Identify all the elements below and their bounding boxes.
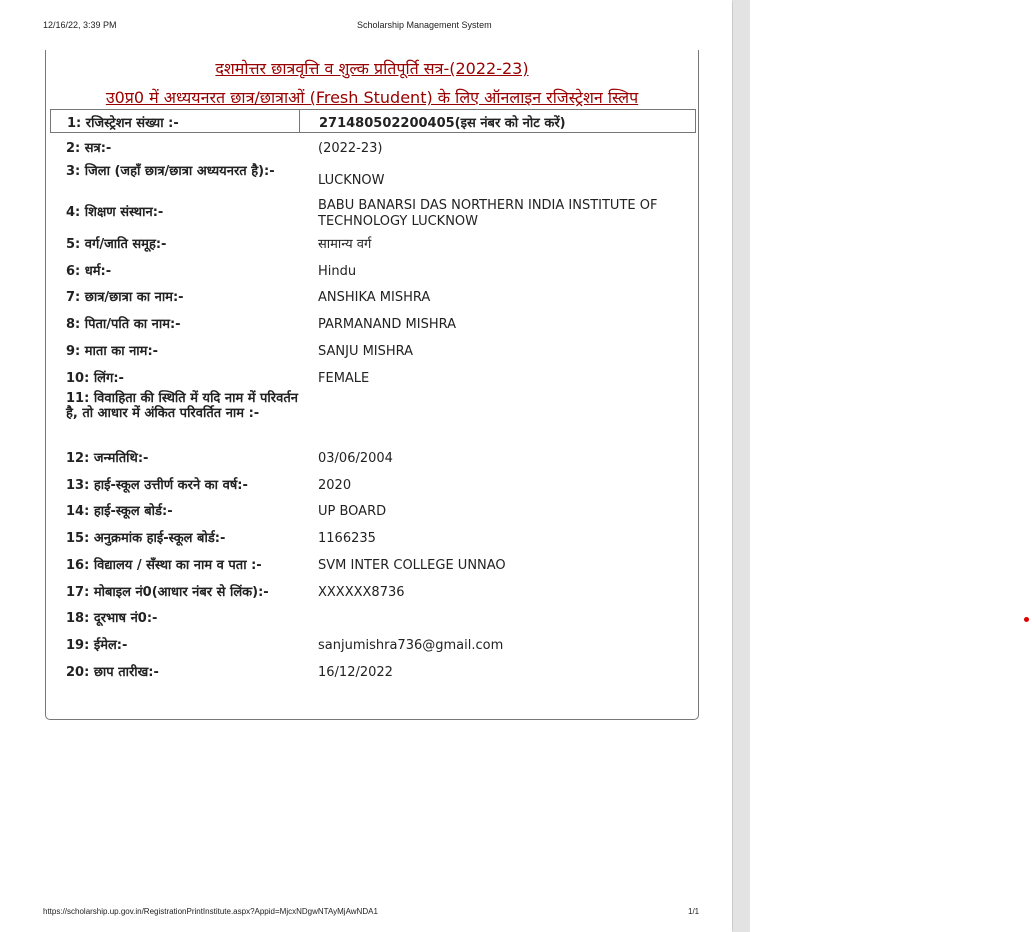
print-page: 12/16/22, 3:39 PM Scholarship Management… bbox=[0, 0, 732, 932]
slip-subtitle: उ0प्र0 में अध्ययनरत छात्र/छात्राओं (Fres… bbox=[105, 88, 639, 107]
field-label: 8: पिता/पति का नाम:- bbox=[66, 317, 181, 332]
field-value: (2022-23) bbox=[318, 141, 383, 156]
field-label: 7: छात्र/छात्रा का नाम:- bbox=[66, 290, 184, 305]
field-label: 9: माता का नाम:- bbox=[66, 344, 159, 359]
field-value: FEMALE bbox=[318, 371, 370, 386]
field-label: 14: हाई-स्कूल बोर्ड:- bbox=[66, 504, 173, 519]
field-value: Hindu bbox=[318, 264, 357, 279]
field-label: 4: शिक्षण संस्थान:- bbox=[66, 205, 164, 220]
field-label: 13: हाई-स्कूल उत्तीर्ण करने का वर्ष:- bbox=[66, 478, 248, 493]
print-url: https://scholarship.up.gov.in/Registrati… bbox=[43, 907, 378, 916]
field-label: 11: विवाहिता की स्थिति में यदि नाम में प… bbox=[66, 391, 298, 421]
field-value: 16/12/2022 bbox=[318, 665, 393, 680]
field-value: PARMANAND MISHRA bbox=[318, 317, 457, 332]
viewer-background bbox=[733, 0, 750, 932]
field-value: सामान्य वर्ग bbox=[318, 237, 372, 252]
field-label: 18: दूरभाष नं0:- bbox=[66, 611, 158, 626]
field-label: 6: धर्म:- bbox=[66, 264, 112, 279]
field-value: 2020 bbox=[318, 478, 352, 493]
field-label: 20: छाप तारीख:- bbox=[66, 665, 159, 680]
field-value: XXXXXX8736 bbox=[318, 585, 405, 600]
field-value: 1166235 bbox=[318, 531, 376, 546]
page-number: 1/1 bbox=[688, 907, 700, 916]
field-label: 19: ईमेल:- bbox=[66, 638, 128, 653]
field-value: sanjumishra736@gmail.com bbox=[318, 638, 504, 653]
field-label: 17: मोबाइल नं0(आधार नंबर से लिंक):- bbox=[66, 585, 269, 600]
field-value: SVM INTER COLLEGE UNNAO bbox=[318, 558, 506, 573]
print-date: 12/16/22, 3:39 PM bbox=[43, 20, 117, 30]
field-label: 16: विद्यालय / सँस्था का नाम व पता :- bbox=[66, 558, 262, 573]
field-value: SANJU MISHRA bbox=[318, 344, 414, 359]
registration-number: 271480502200405(इस नंबर को नोट करें) bbox=[319, 116, 566, 131]
field-label: 12: जन्मतिथि:- bbox=[66, 451, 149, 466]
cursor-dot bbox=[1024, 617, 1029, 622]
field-label: 5: वर्ग/जाति समूह:- bbox=[66, 237, 167, 252]
registration-divider bbox=[299, 110, 300, 132]
registration-label: 1: रजिस्ट्रेशन संख्या :- bbox=[67, 116, 179, 131]
field-label: 2: सत्र:- bbox=[66, 141, 112, 156]
field-value: 03/06/2004 bbox=[318, 451, 393, 466]
field-label: 3: जिला (जहाँ छात्र/छात्रा अध्ययनरत है):… bbox=[66, 164, 275, 179]
registration-row: 1: रजिस्ट्रेशन संख्या :- 271480502200405… bbox=[50, 109, 696, 133]
field-label: 15: अनुक्रमांक हाई-स्कूल बोर्ड:- bbox=[66, 531, 226, 546]
field-value: UP BOARD bbox=[318, 504, 387, 519]
field-value: BABU BANARSI DAS NORTHERN INDIA INSTITUT… bbox=[318, 198, 658, 229]
field-value: ANSHIKA MISHRA bbox=[318, 290, 431, 305]
field-value: LUCKNOW bbox=[318, 173, 385, 188]
print-site-title: Scholarship Management System bbox=[357, 20, 492, 30]
slip-title: दशमोत्तर छात्रवृत्ति व शुल्क प्रतिपूर्ति… bbox=[215, 59, 529, 78]
field-label: 10: लिंग:- bbox=[66, 371, 124, 386]
